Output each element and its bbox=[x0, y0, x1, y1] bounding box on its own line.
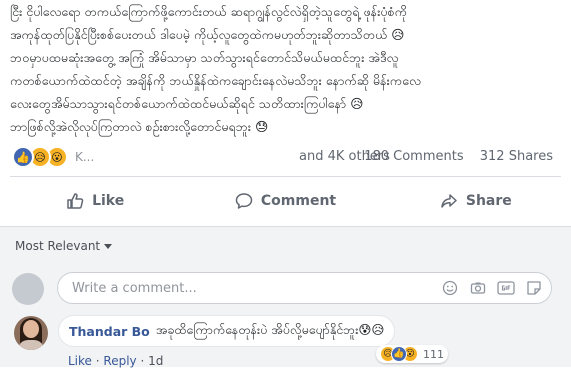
post-actions: Like Comment Share bbox=[0, 182, 571, 220]
comment-reactions[interactable]: 😥 👍 😮 111 bbox=[376, 345, 448, 363]
like-reaction-icon: 👍 bbox=[391, 346, 407, 362]
comment-bubble: Thandar Bo အခုထိကြောက်နေတုန်းပဲ အိပ်လို့… bbox=[58, 315, 396, 347]
like-reaction-icon: 👍 bbox=[12, 146, 34, 168]
current-user-avatar[interactable] bbox=[12, 273, 44, 305]
avatar-body bbox=[18, 340, 44, 350]
comment-button[interactable]: Comment bbox=[190, 182, 380, 220]
comment-composer[interactable] bbox=[57, 272, 552, 304]
share-count[interactable]: 312 Shares bbox=[480, 149, 553, 164]
avatar-face bbox=[23, 320, 39, 338]
emoji-icon[interactable] bbox=[441, 279, 459, 297]
composer-tools bbox=[431, 279, 543, 297]
comment-actions: Like · Reply · 1d bbox=[68, 354, 164, 368]
sticker-icon[interactable] bbox=[525, 279, 543, 297]
share-button-label: Share bbox=[465, 193, 512, 209]
comment-time[interactable]: 1d bbox=[148, 354, 163, 368]
comment-icon bbox=[235, 193, 253, 209]
camera-icon[interactable] bbox=[469, 279, 487, 297]
comment-reaction-count: 111 bbox=[423, 347, 444, 361]
share-button[interactable]: Share bbox=[381, 182, 571, 220]
reaction-summary[interactable]: 👍 😥 😮 K... bbox=[12, 146, 94, 168]
comment-author[interactable]: Thandar Bo bbox=[69, 324, 150, 339]
divider bbox=[10, 176, 561, 177]
comment-count[interactable]: 180 Comments bbox=[364, 149, 463, 164]
like-button[interactable]: Like bbox=[0, 182, 190, 220]
comment-reply-link[interactable]: Reply bbox=[103, 354, 136, 368]
sort-label: Most Relevant bbox=[15, 239, 101, 253]
comments-section: Most Relevant Thandar Bo အခုထိကြောက်နေတု… bbox=[0, 226, 571, 368]
engagement-counts: 180 Comments 312 Shares bbox=[352, 149, 553, 164]
commenter-avatar[interactable] bbox=[14, 316, 48, 350]
gif-icon[interactable] bbox=[497, 279, 515, 297]
comment-text: အခုထိကြောက်နေတုန်းပဲ အိပ်လို့မပျော်နိုင်… bbox=[155, 321, 385, 337]
like-button-label: Like bbox=[92, 193, 125, 209]
sort-comments-dropdown[interactable]: Most Relevant bbox=[15, 239, 113, 253]
comment-like-link[interactable]: Like bbox=[68, 354, 92, 368]
thumbs-up-icon bbox=[67, 193, 84, 209]
reactor-names[interactable]: K... bbox=[75, 150, 94, 164]
post-text: ငြီး ငိုပါလေရော တကယ်ကြောက်ဖို့ကောင်းတယ် … bbox=[10, 4, 421, 134]
comment-button-label: Comment bbox=[260, 193, 337, 209]
share-icon bbox=[441, 194, 457, 208]
comment-input[interactable] bbox=[70, 280, 404, 297]
caret-down-icon bbox=[104, 244, 113, 249]
